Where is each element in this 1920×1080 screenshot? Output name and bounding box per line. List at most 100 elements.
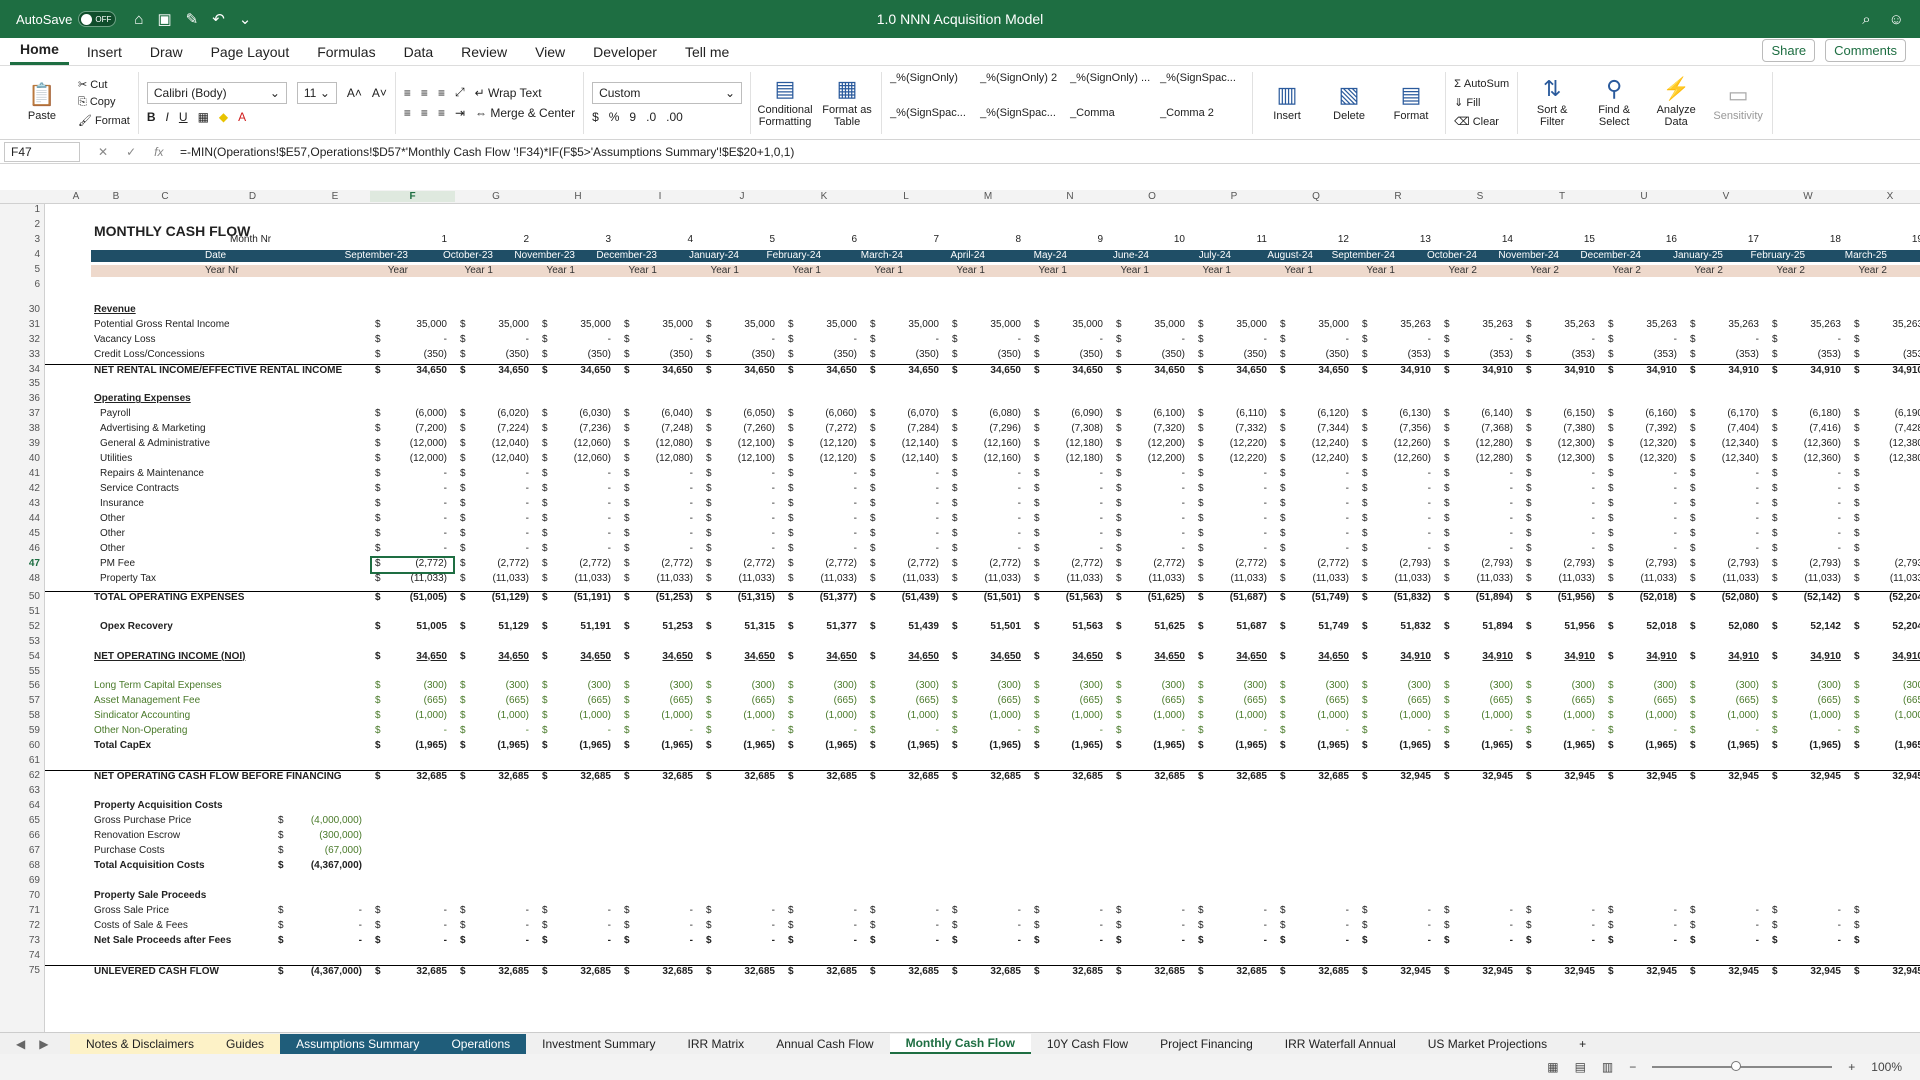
row-header[interactable]: 4 (20, 249, 44, 260)
tab-review[interactable]: Review (451, 44, 517, 65)
account-icon[interactable]: ☺ (1889, 11, 1904, 28)
row-header[interactable]: 50 (20, 591, 44, 602)
cell-style-item[interactable]: _%(SignOnly) (890, 72, 974, 99)
zoom-out-icon[interactable]: − (1629, 1060, 1636, 1074)
column-header[interactable]: U (1603, 191, 1685, 202)
row-header[interactable]: 32 (20, 334, 44, 345)
row-header[interactable]: 39 (20, 438, 44, 449)
row-header[interactable]: 51 (20, 606, 44, 617)
row-header[interactable]: 3 (20, 234, 44, 245)
row-header[interactable]: 44 (20, 513, 44, 524)
row-header[interactable]: 72 (20, 920, 44, 931)
merge-center-button[interactable]: ⇔ Merge & Center (475, 106, 575, 120)
row-header[interactable]: 30 (20, 304, 44, 315)
sheet-tab-operations[interactable]: Operations (435, 1033, 527, 1054)
format-painter-button[interactable]: 🖌 Format (78, 114, 130, 127)
sheet-tab-project-financing[interactable]: Project Financing (1144, 1034, 1269, 1054)
row-header[interactable]: 59 (20, 725, 44, 736)
search-icon[interactable]: ⌕ (1862, 11, 1870, 28)
function-icon[interactable]: fx (154, 145, 163, 159)
row-header[interactable]: 60 (20, 740, 44, 751)
column-header[interactable]: A (45, 191, 107, 202)
column-header[interactable]: S (1439, 191, 1521, 202)
delete-cells-button[interactable]: ▧ Delete (1323, 83, 1375, 123)
column-header[interactable]: M (947, 191, 1029, 202)
column-header[interactable]: B (107, 191, 125, 202)
row-header[interactable]: 56 (20, 680, 44, 691)
sheet-tab-us-market-projections[interactable]: US Market Projections (1412, 1034, 1563, 1054)
row-header[interactable]: 67 (20, 845, 44, 856)
align-right-icon[interactable]: ≡ (438, 106, 445, 120)
cut-button[interactable]: ✂ Cut (78, 78, 130, 91)
column-header[interactable]: D (205, 191, 300, 202)
font-color-icon[interactable]: A (238, 110, 246, 124)
row-header[interactable]: 75 (20, 965, 44, 976)
next-sheet-icon[interactable]: ▶ (39, 1037, 48, 1051)
fill-button[interactable]: ⇓ Fill (1454, 96, 1509, 109)
row-header[interactable]: 52 (20, 621, 44, 632)
sheet-tab-monthly-cash-flow[interactable]: Monthly Cash Flow (889, 1033, 1031, 1054)
tab-draw[interactable]: Draw (140, 44, 193, 65)
column-header[interactable]: P (1193, 191, 1275, 202)
row-header[interactable]: 68 (20, 860, 44, 871)
tab-tell-me[interactable]: Tell me (675, 44, 739, 65)
cell-style-item[interactable]: _%(SignOnly) ... (1070, 72, 1154, 99)
sheet-tab-10y-cash-flow[interactable]: 10Y Cash Flow (1031, 1034, 1144, 1054)
shrink-font-icon[interactable]: A˅ (372, 86, 387, 100)
row-header[interactable]: 61 (20, 755, 44, 766)
row-header[interactable]: 62 (20, 770, 44, 781)
prev-sheet-icon[interactable]: ◀ (16, 1037, 25, 1051)
bold-icon[interactable]: B (147, 110, 156, 124)
clear-button[interactable]: ⌫ Clear (1454, 115, 1509, 128)
column-header[interactable]: R (1357, 191, 1439, 202)
autosum-button[interactable]: Σ AutoSum (1454, 78, 1509, 90)
autosave[interactable]: AutoSave OFF (16, 11, 117, 27)
row-header[interactable]: 69 (20, 875, 44, 886)
tab-formulas[interactable]: Formulas (307, 44, 385, 65)
row-header[interactable]: 63 (20, 785, 44, 796)
column-header[interactable]: F (370, 191, 455, 202)
row-header[interactable]: 55 (20, 666, 44, 677)
column-header[interactable]: T (1521, 191, 1603, 202)
align-bottom-icon[interactable]: ≡ (438, 86, 445, 100)
sensitivity-button[interactable]: ▭ Sensitivity (1712, 83, 1764, 123)
formula-input[interactable]: =-MIN(Operations!$E57,Operations!$D57*'M… (180, 145, 794, 159)
column-header[interactable]: C (125, 191, 205, 202)
row-header[interactable]: 40 (20, 453, 44, 464)
row-header[interactable]: 53 (20, 636, 44, 647)
align-center-icon[interactable]: ≡ (421, 106, 428, 120)
currency-icon[interactable]: $ (592, 110, 599, 124)
column-header[interactable]: V (1685, 191, 1767, 202)
row-header[interactable]: 43 (20, 498, 44, 509)
normal-view-icon[interactable]: ▦ (1547, 1060, 1558, 1074)
column-header[interactable]: Q (1275, 191, 1357, 202)
tab-data[interactable]: Data (394, 44, 444, 65)
row-header[interactable]: 34 (20, 364, 44, 375)
zoom-in-icon[interactable]: + (1848, 1060, 1855, 1074)
italic-icon[interactable]: I (166, 110, 169, 124)
paste-button[interactable]: 📋 Paste (16, 83, 68, 123)
tab-developer[interactable]: Developer (583, 44, 667, 65)
align-left-icon[interactable]: ≡ (404, 106, 411, 120)
row-header[interactable]: 48 (20, 573, 44, 584)
sheet-tab-investment-summary[interactable]: Investment Summary (526, 1034, 671, 1054)
sheet-tab-irr-waterfall-annual[interactable]: IRR Waterfall Annual (1269, 1034, 1412, 1054)
font-select[interactable]: Calibri (Body) ⌄ (146, 81, 287, 104)
tab-insert[interactable]: Insert (77, 44, 132, 65)
row-header[interactable]: 57 (20, 695, 44, 706)
row-header[interactable]: 66 (20, 830, 44, 841)
edit-icon[interactable]: ✎ (186, 10, 199, 28)
row-header[interactable]: 54 (20, 651, 44, 662)
sheet-tab-guides[interactable]: Guides (210, 1033, 281, 1054)
tab-view[interactable]: View (525, 44, 575, 65)
sort-filter-button[interactable]: ⇅ Sort & Filter (1526, 77, 1578, 129)
sheet-tab-notes-disclaimers[interactable]: Notes & Disclaimers (70, 1033, 211, 1054)
wrap-text-button[interactable]: ↵ Wrap Text (475, 86, 542, 100)
row-header[interactable]: 47 (20, 558, 44, 569)
insert-cells-button[interactable]: ▥ Insert (1261, 83, 1313, 123)
format-cells-button[interactable]: ▤ Format (1385, 83, 1437, 123)
home-icon[interactable]: ⌂ (134, 11, 143, 28)
row-header[interactable]: 2 (20, 219, 44, 230)
row-header[interactable]: 65 (20, 815, 44, 826)
save-icon[interactable]: ▣ (157, 10, 171, 28)
